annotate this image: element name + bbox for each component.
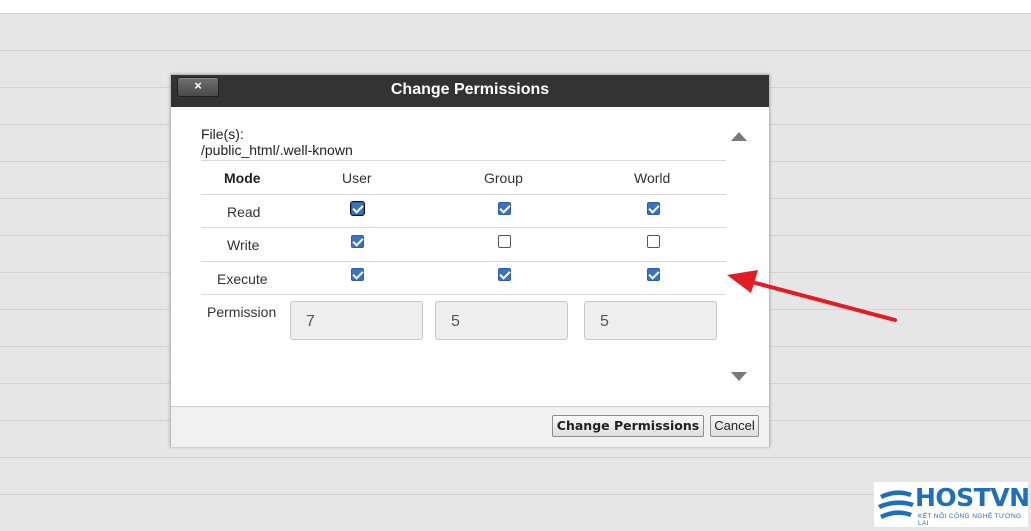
logo-mark-icon (878, 490, 914, 519)
logo-tagline: KẾT NỐI CÔNG NGHỆ TƯƠNG LAI (918, 513, 1022, 527)
red-arrow-annotation (727, 270, 897, 322)
hostvn-logo: HOSTVN KẾT NỐI CÔNG NGHỆ TƯƠNG LAI (874, 482, 1030, 527)
logo-name: HOSTVN (915, 483, 1030, 512)
